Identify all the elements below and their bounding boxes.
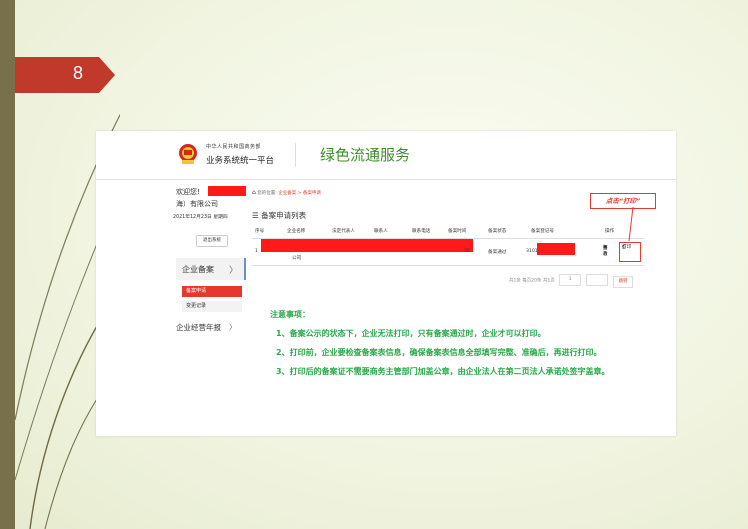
- col-phone: 联系电话: [412, 229, 431, 234]
- row-index: 1: [255, 249, 258, 254]
- breadcrumb-prefix: 您的位置:: [257, 191, 277, 196]
- list-title-text: 备案申请列表: [261, 211, 307, 220]
- table-header: 序号 企业名称 法定代表人 联系人 联系电话 备案时间 备案状态 备案登记号 操…: [252, 224, 644, 239]
- chevron-right-icon: 〉: [228, 266, 238, 276]
- page-jump-button[interactable]: 跳转: [613, 275, 634, 288]
- note-item-1: 1、备案公示的状态下，企业无法打印，只有备案通过时，企业才可以打印。: [276, 329, 546, 338]
- col-company: 企业名称: [287, 229, 306, 234]
- col-actions: 操作: [605, 229, 615, 234]
- org-name: 中华人民共和国商务部: [206, 144, 262, 150]
- logout-button[interactable]: 退出系统: [196, 235, 228, 247]
- main-content: ⌂ 您的位置: 企业备案 > 备案申请 ☰ 备案申请列表 序号 企业名称 法定代…: [247, 179, 676, 436]
- breadcrumb: ⌂ 您的位置: 企业备案 > 备案申请: [252, 189, 321, 196]
- submenu-change-records[interactable]: 变更记录: [182, 301, 242, 312]
- chevron-right-icon: 〉: [229, 323, 237, 332]
- print-callout-label: 点击“打印”: [590, 193, 656, 209]
- submenu-filing-apply[interactable]: 备案申请: [182, 286, 242, 297]
- row-time-tail: 35: [464, 249, 470, 254]
- row-reg-prefix: 3101: [526, 249, 538, 254]
- note-item-2: 2、打印前，企业要检查备案表信息，确保备案表信息全部填写完整、准确后，再进行打印…: [276, 348, 602, 357]
- table-row: 1 公司 35 备案通过 3101 ▣ 查看 ✎ 修改 ⎙ 打印: [252, 239, 644, 266]
- current-date: 2021年12月23日 星期四: [173, 215, 228, 220]
- redacted-row-info: [261, 239, 473, 252]
- menu-annual-report-label: 企业经营年报: [176, 323, 221, 332]
- edit-link[interactable]: 修改: [603, 245, 608, 257]
- menu-enterprise-filing[interactable]: 企业备案 〉: [176, 258, 246, 280]
- list-icon: ☰: [252, 211, 262, 220]
- row-company-tail: 公司: [292, 256, 302, 261]
- service-title: 绿色流通服务: [320, 146, 411, 164]
- slide-number-tab: 8: [15, 57, 115, 93]
- system-name: 业务系统统一平台: [206, 156, 275, 166]
- row-status: 备案通过: [488, 250, 507, 255]
- company-name: 海）有限公司: [176, 200, 218, 208]
- page-jump-input[interactable]: [585, 274, 608, 286]
- notes-section: 注意事项： 1、备案公示的状态下，企业无法打印，只有备案通过时，企业才可以打印。…: [270, 309, 650, 385]
- col-time: 备案时间: [448, 229, 467, 234]
- header-divider: [295, 143, 296, 167]
- col-status: 备案状态: [488, 229, 507, 234]
- col-reg-no: 备案登记号: [531, 229, 554, 234]
- col-index: 序号: [255, 229, 265, 234]
- menu-annual-report[interactable]: 企业经营年报〉: [176, 322, 237, 333]
- col-contact: 联系人: [374, 229, 388, 234]
- pagination-summary: 共1条 每页20条 共1页: [509, 278, 555, 284]
- redacted-username: [208, 186, 246, 196]
- screenshot-panel: 中华人民共和国商务部 业务系统统一平台 绿色流通服务 欢迎您! 海）有限公司 2…: [96, 131, 676, 436]
- breadcrumb-path[interactable]: 企业备案 > 备案申请: [278, 191, 321, 196]
- page-number-box[interactable]: 1: [559, 274, 582, 286]
- welcome-text: 欢迎您!: [176, 188, 200, 196]
- home-icon: ⌂: [252, 189, 256, 196]
- slide-number: 8: [73, 63, 84, 83]
- sidebar: 欢迎您! 海）有限公司 2021年12月23日 星期四 退出系统 企业备案 〉 …: [96, 179, 247, 436]
- national-emblem-icon: [179, 144, 197, 164]
- list-title: ☰ 备案申请列表: [252, 210, 306, 221]
- notes-title: 注意事项：: [270, 310, 310, 319]
- portal-header: 中华人民共和国商务部 业务系统统一平台 绿色流通服务: [96, 131, 676, 180]
- col-legal-rep: 法定代表人: [332, 229, 355, 234]
- pagination: 共1条 每页20条 共1页 1 跳转: [509, 274, 634, 288]
- callout-arrow: [628, 207, 634, 242]
- note-item-3: 3、打印后的备案证不需要商务主管部门加盖公章，由企业法人在第二页法人承诺处签字盖…: [276, 367, 610, 376]
- redacted-reg-no: [537, 243, 575, 255]
- print-highlight-box: [619, 242, 641, 262]
- menu-enterprise-filing-label: 企业备案: [182, 265, 214, 274]
